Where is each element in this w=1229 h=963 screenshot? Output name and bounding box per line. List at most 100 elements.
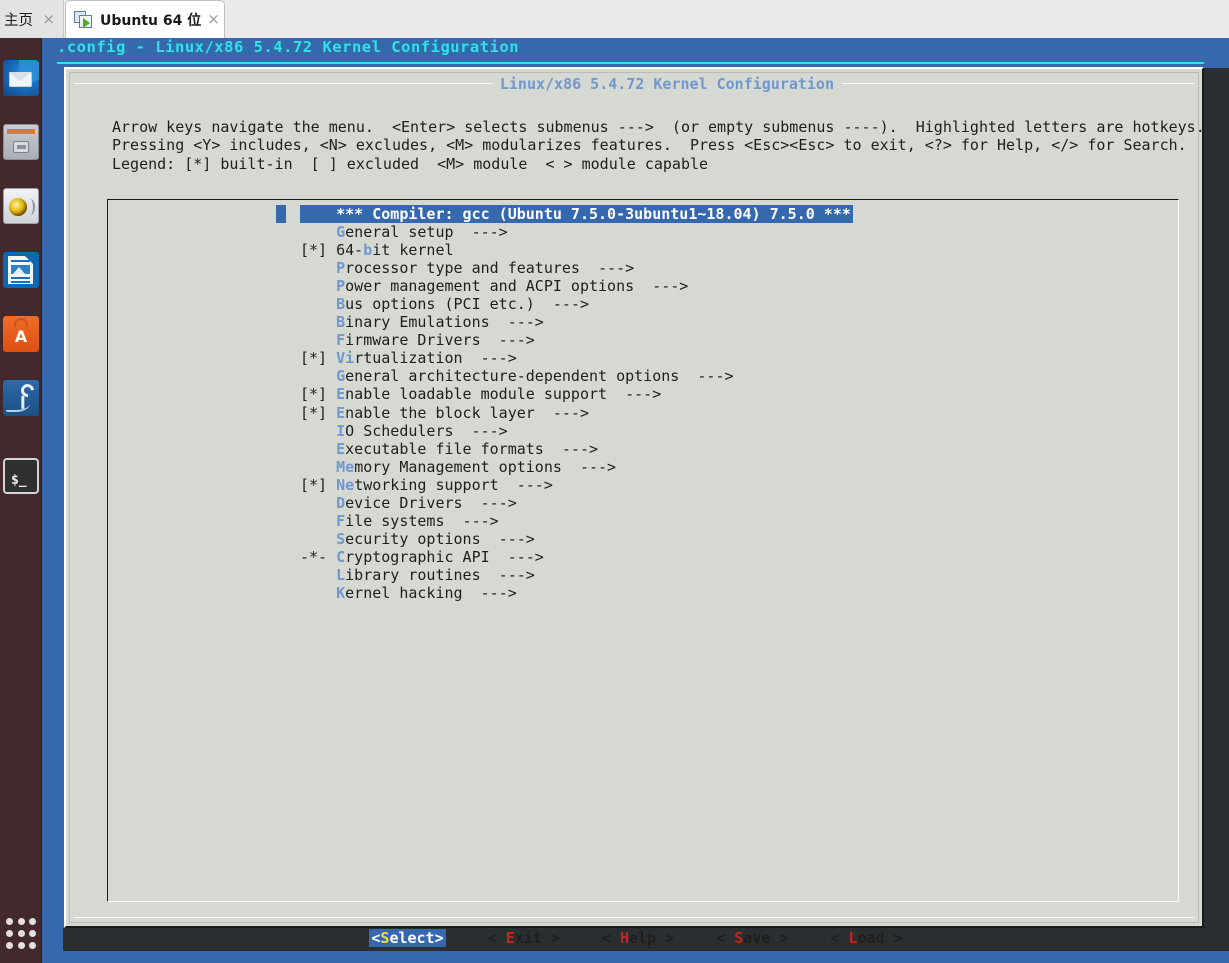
menu-item-label: ryptographic API --->: [345, 547, 544, 566]
menu-item[interactable]: General setup --->: [300, 223, 853, 241]
menu-item[interactable]: [*] Enable loadable module support --->: [300, 385, 853, 403]
button-open-bracket: <: [716, 929, 735, 947]
menu-item-hotkey: b: [363, 241, 373, 260]
button-close-bracket: >: [884, 929, 903, 947]
menu-item-hotkey: E: [336, 439, 346, 458]
menu-item[interactable]: [*] Networking support --->: [300, 476, 853, 494]
tab-home-close-icon[interactable]: ×: [36, 11, 55, 27]
button-hotkey: E: [505, 929, 515, 947]
button-open-bracket: <: [487, 929, 506, 947]
menu-item-label: ecurity options --->: [345, 529, 535, 548]
tab-ubuntu-vm[interactable]: Ubuntu 64 位 ×: [65, 0, 225, 38]
libreoffice-writer-icon[interactable]: [3, 252, 39, 288]
menu-item-label: mory Management options --->: [354, 457, 617, 476]
menu-item-label: nable loadable module support --->: [345, 385, 662, 404]
tab-ubuntu-vm-close-icon[interactable]: ×: [201, 12, 220, 27]
button-oad[interactable]: < Load >: [830, 929, 902, 947]
menu-item-label: ibrary routines --->: [345, 565, 535, 584]
menu-item-label: ile systems --->: [345, 511, 499, 530]
files-icon[interactable]: [3, 124, 39, 160]
menu-item-label: inary Emulations --->: [345, 313, 544, 332]
show-applications-icon[interactable]: [6, 918, 36, 954]
menu-item-flag: [300, 277, 336, 295]
tab-home-label: 主页: [4, 12, 33, 29]
menu-item-hotkey: I: [336, 421, 346, 440]
menu-item[interactable]: Memory Management options --->: [300, 458, 853, 476]
menu-item-hotkey: C: [336, 547, 346, 566]
menu-item-label: nable the block layer --->: [345, 403, 589, 422]
menu-item[interactable]: Kernel hacking --->: [300, 584, 853, 602]
button-close-bracket: >: [541, 929, 560, 947]
button-xit[interactable]: < Exit >: [488, 929, 560, 947]
menu-item[interactable]: Library routines --->: [300, 566, 853, 584]
menu-list-frame[interactable]: *** Compiler: gcc (Ubuntu 7.5.0-3ubuntu1…: [107, 199, 1179, 902]
menu-item-hotkey: D: [336, 493, 346, 512]
ubuntu-software-icon[interactable]: A: [3, 316, 39, 352]
menu-item[interactable]: Binary Emulations --->: [300, 313, 853, 331]
tab-ubuntu-vm-label: Ubuntu 64 位: [100, 12, 202, 29]
menu-item[interactable]: Executable file formats --->: [300, 440, 853, 458]
menu-item[interactable]: [*] 64-bit kernel: [300, 241, 853, 259]
help-line: Legend: [*] built-in [ ] excluded <M> mo…: [112, 154, 709, 173]
menu-item[interactable]: Bus options (PCI etc.) --->: [300, 295, 853, 313]
help-line: Arrow keys navigate the menu. <Enter> se…: [112, 118, 1205, 136]
menu-item-prefix: 64-: [336, 241, 364, 260]
menu-item-flag: [300, 313, 336, 331]
menu-item[interactable]: Firmware Drivers --->: [300, 331, 853, 349]
vmware-vm-icon: [74, 11, 93, 28]
menu-item-flag: [300, 205, 336, 223]
button-open-bracket: <: [601, 929, 620, 947]
menu-item-label: xecutable file formats --->: [345, 439, 599, 458]
menu-item-label: ernel hacking --->: [345, 583, 517, 602]
help-text: Arrow keys navigate the menu. <Enter> se…: [112, 118, 1205, 173]
menu-item-hotkey: G: [336, 367, 346, 386]
menu-item-label: irmware Drivers --->: [345, 331, 535, 350]
menu-item[interactable]: [*] Enable the block layer --->: [300, 404, 853, 422]
button-label: oad: [857, 929, 885, 947]
menuconfig-terminal: .config - Linux/x86 5.4.72 Kernel Config…: [44, 38, 1205, 947]
menu-item[interactable]: Device Drivers --->: [300, 494, 853, 512]
menu-item-label: ower management and ACPI options --->: [345, 277, 689, 296]
button-ave[interactable]: < Save >: [716, 929, 788, 947]
menu-item-label: tworking support --->: [354, 475, 553, 494]
button-elect[interactable]: <Select>: [369, 929, 446, 947]
menu-list: *** Compiler: gcc (Ubuntu 7.5.0-3ubuntu1…: [276, 205, 853, 602]
menu-item[interactable]: File systems --->: [300, 512, 853, 530]
menu-item[interactable]: Security options --->: [300, 530, 853, 548]
title-underline: [57, 62, 1204, 64]
ubuntu-unity-launcher: A $_: [0, 38, 42, 963]
menu-item-flag: [300, 367, 336, 385]
menu-item[interactable]: General architecture-dependent options -…: [300, 367, 853, 385]
menu-item[interactable]: Power management and ACPI options --->: [300, 277, 853, 295]
menu-item-flag: [300, 223, 336, 241]
menu-item[interactable]: Processor type and features --->: [300, 259, 853, 277]
menu-item-hotkey: B: [336, 313, 346, 332]
menu-item[interactable]: -*- Cryptographic API --->: [300, 548, 853, 566]
cursor-block: [276, 205, 286, 223]
menu-item-flag: [*]: [300, 241, 337, 260]
menu-item[interactable]: [*] Virtualization --->: [300, 349, 853, 367]
menu-item-label: eneral architecture-dependent options --…: [345, 367, 734, 386]
button-hotkey: H: [619, 929, 629, 947]
button-elp[interactable]: < Help >: [602, 929, 674, 947]
menu-item-hotkey: K: [336, 583, 346, 602]
menu-item-label: evice Drivers --->: [345, 493, 517, 512]
menu-item-hotkey: F: [336, 511, 346, 530]
system-tools-icon[interactable]: [3, 380, 39, 416]
terminal-icon[interactable]: $_: [3, 458, 39, 494]
menu-item-label: O Schedulers --->: [345, 421, 508, 440]
menu-item-hotkey: F: [336, 331, 346, 350]
menu-item-hotkey: E: [336, 403, 346, 422]
menu-item-hotkey: G: [336, 223, 346, 242]
menu-item-hotkey: P: [336, 277, 346, 296]
button-close-bracket: >: [770, 929, 789, 947]
rhythmbox-icon[interactable]: [3, 188, 39, 224]
tab-home[interactable]: 主页 ×: [0, 0, 64, 38]
menu-item[interactable]: *** Compiler: gcc (Ubuntu 7.5.0-3ubuntu1…: [276, 205, 853, 224]
tab-strip: 主页 × Ubuntu 64 位 ×: [0, 0, 1229, 38]
thunderbird-icon[interactable]: [3, 60, 39, 96]
menu-item-flag: [*]: [300, 349, 337, 368]
menu-item-flag: [300, 422, 336, 440]
menu-item[interactable]: IO Schedulers --->: [300, 422, 853, 440]
menu-item-label: it kernel: [372, 241, 454, 260]
